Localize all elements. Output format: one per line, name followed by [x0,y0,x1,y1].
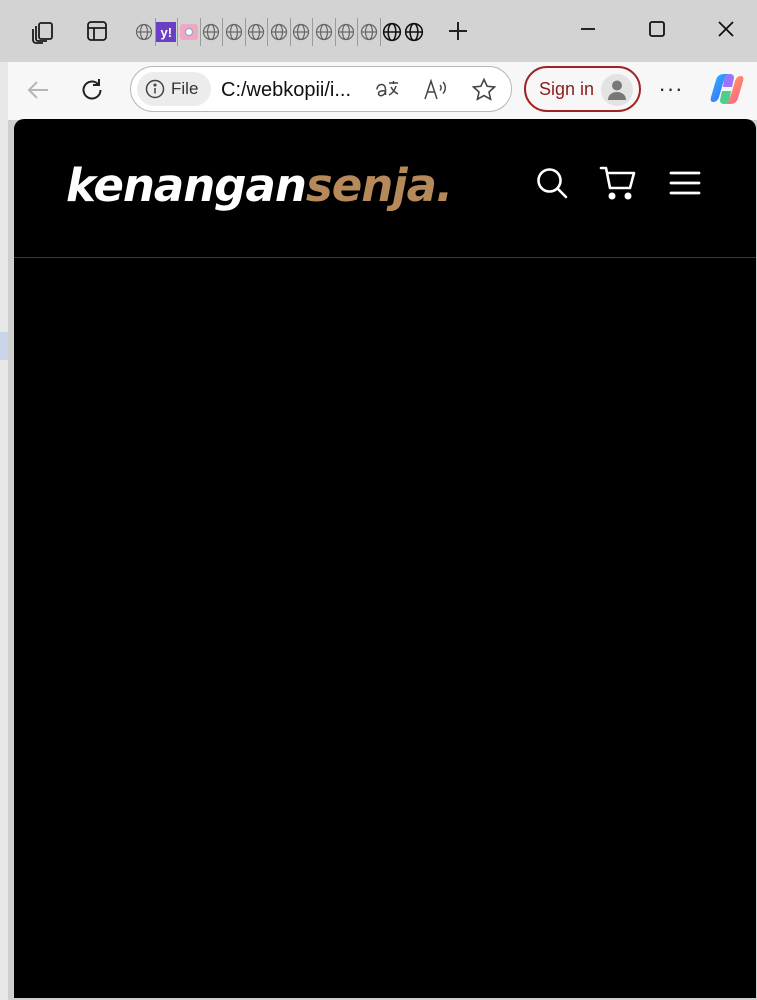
profile-icon [601,74,633,106]
plus-icon[interactable] [442,14,474,48]
scheme-label: File [171,79,199,98]
tab-globe[interactable] [268,18,291,46]
tab-globe[interactable] [246,18,268,46]
info-icon [145,79,165,99]
yahoo-icon: y! [156,22,177,42]
logo-text-primary: kenangan [66,159,307,212]
search-icon[interactable] [532,163,572,203]
tab-globe[interactable] [313,18,336,46]
tab-globe[interactable] [358,18,381,46]
gutter-marker [0,332,8,360]
browser-titlebar: y! [0,0,757,62]
site-info-button[interactable]: File [137,72,211,106]
address-bar[interactable]: File C:/webkopii/i... [130,66,512,112]
sign-in-button[interactable]: Sign in [524,66,641,112]
globe-icon [405,22,424,42]
tab-globe[interactable] [336,18,358,46]
tab-globe[interactable] [223,18,246,46]
refresh-icon[interactable] [74,72,110,108]
minimize-icon[interactable] [565,12,611,46]
globe-icon [270,23,287,41]
tab-strip: y! [133,17,426,47]
back-arrow-icon[interactable] [20,72,56,108]
close-icon[interactable] [703,12,749,46]
globe-icon [338,23,355,41]
tab-globe[interactable] [291,18,313,46]
hamburger-menu-icon[interactable] [665,163,705,203]
star-icon[interactable] [469,75,499,105]
read-aloud-icon[interactable] [421,75,451,105]
copilot-icon[interactable] [708,70,746,108]
globe-icon [293,23,310,41]
globe-icon [382,22,401,42]
tab-globe[interactable] [133,18,156,46]
tab-yahoo[interactable]: y! [156,18,178,46]
globe-icon [248,23,265,41]
translate-icon[interactable] [373,75,403,105]
cart-icon[interactable] [598,163,638,203]
more-options-button[interactable]: ··· [654,72,688,106]
site-header: kenangansenja. [14,119,756,258]
tab-globe-active[interactable] [381,18,404,46]
browser-toolbar: File C:/webkopii/i... Sign in ··· [8,62,757,120]
tab-globe[interactable] [201,18,223,46]
maximize-icon[interactable] [634,12,680,46]
globe-icon [135,23,152,41]
globe-icon [360,23,377,41]
logo-text-accent: senja [305,159,437,212]
camera-icon [179,24,198,40]
page-main-area [14,259,756,998]
tab-globe[interactable] [403,18,426,46]
site-logo[interactable]: kenangansenja. [66,159,453,212]
globe-icon [203,23,220,41]
tab-camera[interactable] [178,18,201,46]
sign-in-label: Sign in [539,78,595,99]
vertical-tabs-icon[interactable] [80,14,114,48]
logo-dot: . [436,159,453,212]
web-page: kenangansenja. [14,119,756,998]
workspaces-icon[interactable] [26,14,60,48]
globe-icon [315,23,332,41]
url-text[interactable]: C:/webkopii/i... [221,79,351,102]
more-label: ··· [658,76,684,101]
left-gutter [0,62,8,1000]
globe-icon [225,23,242,41]
